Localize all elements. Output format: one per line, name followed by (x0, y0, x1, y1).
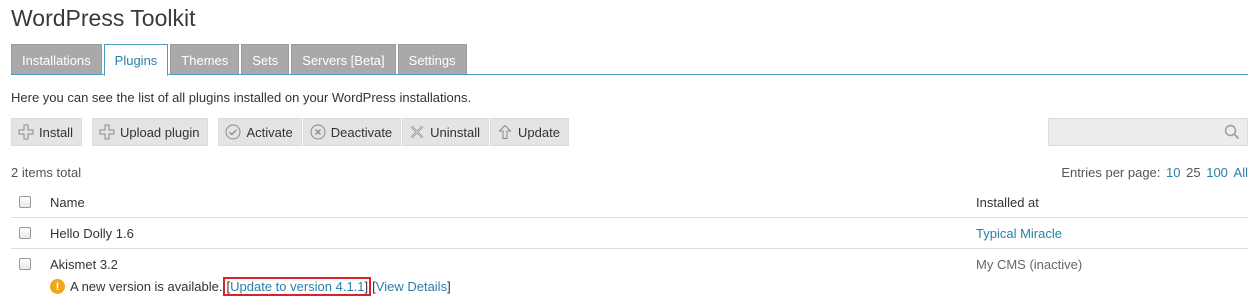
view-details-link[interactable]: View Details (376, 279, 447, 294)
uninstall-button-label: Uninstall (430, 124, 481, 140)
entries-per-page: Entries per page: 10 25 100 All (1061, 165, 1248, 180)
deactivate-button[interactable]: Deactivate (302, 118, 402, 146)
plugin-name: Hello Dolly 1.6 (50, 226, 134, 241)
search-box (1048, 118, 1248, 146)
table-row: Hello Dolly 1.6 Typical Miracle (11, 218, 1248, 249)
tab-settings[interactable]: Settings (397, 44, 467, 75)
update-button-label: Update (518, 124, 560, 140)
column-name-header[interactable]: Name (50, 195, 85, 210)
tab-divider (11, 74, 1248, 75)
entries-option-10[interactable]: 10 (1166, 165, 1180, 180)
x-icon (410, 125, 424, 139)
search-input[interactable] (1049, 119, 1219, 145)
plugin-name: Akismet 3.2 (50, 257, 118, 272)
tab-installations[interactable]: Installations (11, 44, 102, 75)
plus-icon (99, 124, 115, 140)
entries-option-all[interactable]: All (1234, 165, 1248, 180)
activate-button-label: Activate (246, 124, 293, 140)
bracket: ] (364, 279, 369, 294)
update-link-highlight: [Update to version 4.1.1] (223, 277, 372, 296)
row-checkbox[interactable] (19, 227, 31, 239)
tab-bar: Installations Plugins Themes Sets Server… (11, 44, 469, 76)
tab-themes[interactable]: Themes (170, 44, 240, 75)
uninstall-button[interactable]: Uninstall (402, 118, 490, 146)
entries-option-25: 25 (1186, 165, 1201, 180)
check-circle-icon (225, 124, 241, 140)
table-header: Name Installed at (11, 187, 1248, 218)
row-checkbox[interactable] (19, 258, 31, 270)
update-version-link[interactable]: Update to version 4.1.1 (230, 279, 364, 294)
toolbar: Install Upload plugin Activate Deactivat… (11, 118, 569, 146)
upload-plugin-button[interactable]: Upload plugin (91, 118, 209, 146)
update-notice: ! A new version is available. [Update to… (50, 277, 451, 296)
update-button[interactable]: Update (490, 118, 569, 146)
install-button-label: Install (39, 124, 73, 140)
table-row: Akismet 3.2 My CMS (inactive) ! A new ve… (11, 249, 1248, 299)
tab-sets[interactable]: Sets (241, 44, 290, 75)
select-all-checkbox[interactable] (19, 196, 31, 208)
installation-link[interactable]: Typical Miracle (976, 226, 1062, 241)
activate-button[interactable]: Activate (218, 118, 302, 146)
arrow-up-icon (498, 124, 512, 139)
column-installed-at-header[interactable]: Installed at (976, 195, 1039, 210)
entries-option-100[interactable]: 100 (1206, 165, 1228, 180)
search-icon[interactable] (1224, 124, 1240, 140)
tab-servers[interactable]: Servers [Beta] (291, 44, 396, 75)
installation-status: My CMS (inactive) (976, 257, 1083, 272)
x-circle-icon (310, 124, 326, 140)
update-notice-text: A new version is available. (70, 279, 223, 294)
warning-icon: ! (50, 279, 65, 294)
page-title: WordPress Toolkit (11, 5, 196, 31)
items-total: 2 items total (11, 165, 82, 180)
upload-plugin-button-label: Upload plugin (119, 124, 200, 140)
install-button[interactable]: Install (11, 118, 82, 146)
plugins-table: Name Installed at Hello Dolly 1.6 Typica… (11, 187, 1248, 299)
entries-per-page-label: Entries per page: (1061, 165, 1161, 180)
deactivate-button-label: Deactivate (330, 124, 393, 140)
plus-icon (18, 124, 34, 140)
bracket: ] (447, 279, 451, 294)
tab-plugins[interactable]: Plugins (103, 44, 169, 76)
page-description: Here you can see the list of all plugins… (11, 90, 472, 105)
